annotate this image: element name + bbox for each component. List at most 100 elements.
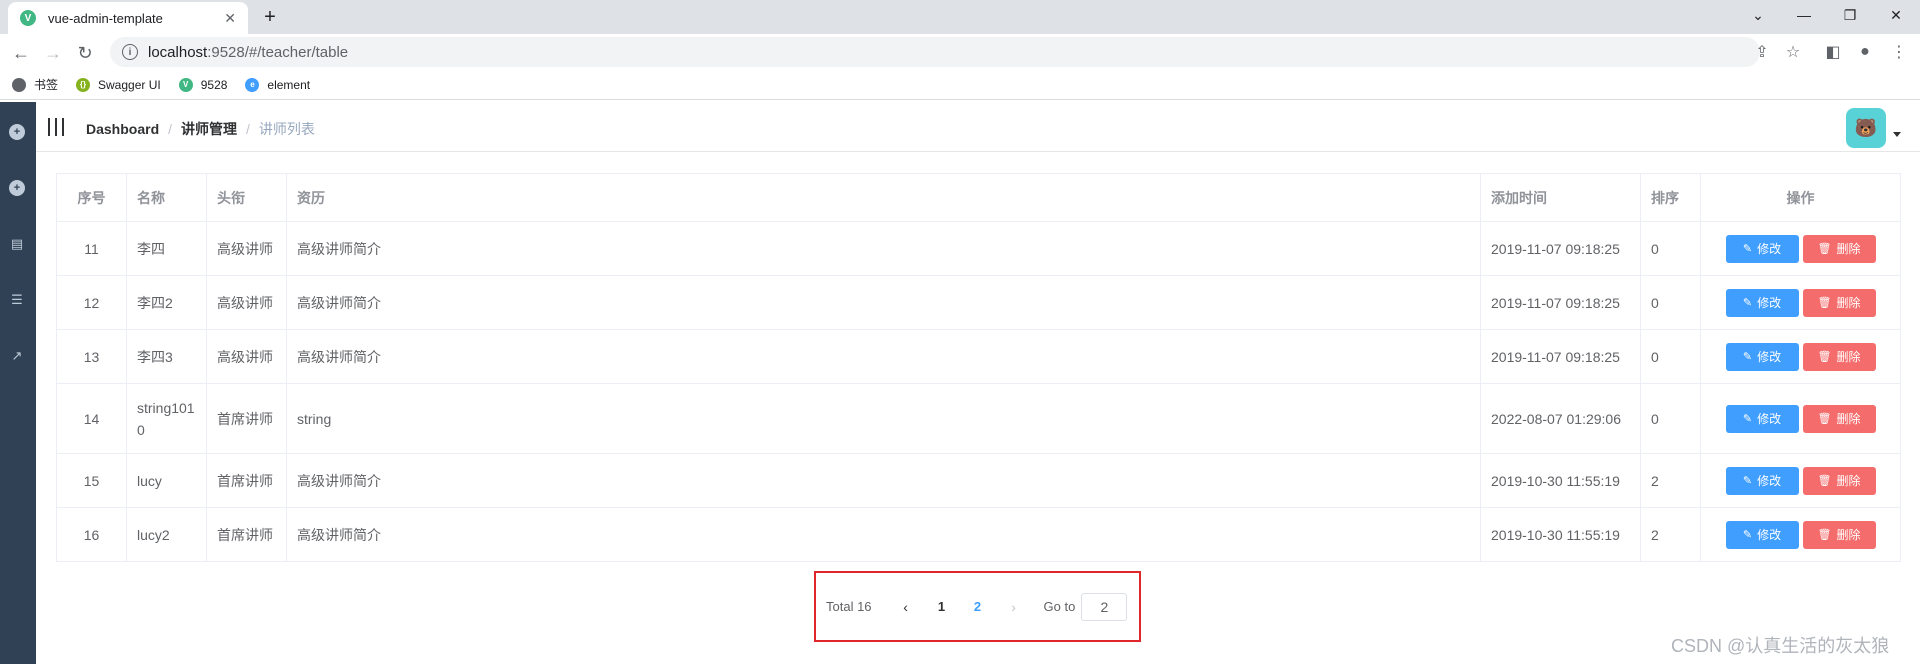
cell-ops: ✎ 修改 🗑 删除	[1700, 275, 1901, 330]
delete-button[interactable]: 🗑 删除	[1802, 234, 1876, 263]
avatar[interactable]: 🐻	[1846, 108, 1886, 148]
caret-down-icon[interactable]	[1893, 132, 1901, 137]
profile-icon[interactable]: ●	[1854, 41, 1876, 63]
address-bar[interactable]: i localhost:9528/#/teacher/table	[110, 37, 1760, 67]
trash-icon: 🗑	[1817, 351, 1832, 363]
cell-ops: ✎ 修改 🗑 删除	[1700, 329, 1901, 384]
bookmark-item-shuqian[interactable]: 书签	[12, 76, 58, 93]
bookmark-item-swagger[interactable]: {} Swagger UI	[76, 77, 161, 92]
edit-icon: ✎	[1742, 475, 1753, 487]
header-index: 序号	[56, 173, 127, 222]
table-row: 11 李四 高级讲师 高级讲师简介 2019-11-07 09:18:25 0 ✎ 修改 🗑 删除	[56, 221, 1901, 276]
prev-page-icon[interactable]: ‹	[888, 599, 924, 615]
site-info-icon[interactable]: i	[122, 44, 138, 60]
delete-button[interactable]: 🗑 删除	[1802, 520, 1876, 549]
page-2[interactable]: 2	[960, 599, 996, 614]
edit-button[interactable]: ✎ 修改	[1725, 466, 1799, 495]
tab-close-icon[interactable]: ✕	[224, 10, 236, 27]
table-header-row: 序号 名称 头衔 资历 添加时间 排序 操作	[56, 173, 1901, 222]
edit-button[interactable]: ✎ 修改	[1725, 234, 1799, 263]
back-icon[interactable]: ←	[8, 40, 34, 66]
table-row: 13 李四3 高级讲师 高级讲师简介 2019-11-07 09:18:25 0 ✎ 修改 🗑 删…	[56, 329, 1901, 384]
edit-button[interactable]: ✎ 修改	[1725, 288, 1799, 317]
delete-label: 删除	[1836, 412, 1861, 426]
browser-tab-bar: V vue-admin-template ✕ + ⌄ — ❐ ✕	[0, 0, 1920, 34]
reload-icon[interactable]: ↻	[72, 40, 98, 66]
cell-name: 李四2	[126, 275, 207, 330]
cell-intro: 高级讲师简介	[286, 329, 1481, 384]
menu-icon[interactable]: ⋮	[1888, 41, 1910, 63]
browser-toolbar: ← → ↻ i localhost:9528/#/teacher/table ⇪…	[0, 34, 1920, 70]
cell-intro: string	[286, 383, 1481, 454]
tab-search-icon[interactable]: ⌄	[1735, 0, 1781, 30]
cell-sort: 2	[1640, 507, 1701, 562]
table-row: 15 lucy 首席讲师 高级讲师简介 2019-10-30 11:55:19 2 ✎ 修改 🗑…	[56, 453, 1901, 508]
cell-name: lucy2	[126, 507, 207, 562]
teacher-icon[interactable]: +	[9, 180, 25, 196]
cell-name: 李四3	[126, 329, 207, 384]
bookmark-item-element[interactable]: e element	[245, 77, 310, 92]
dashboard-icon[interactable]: +	[9, 124, 25, 140]
cell-time: 2019-10-30 11:55:19	[1480, 453, 1641, 508]
edit-icon: ✎	[1742, 529, 1753, 541]
edit-button[interactable]: ✎ 修改	[1725, 404, 1799, 433]
header-sort: 排序	[1640, 173, 1701, 222]
form-icon[interactable]: ▤	[9, 236, 25, 252]
delete-label: 删除	[1836, 350, 1861, 364]
vue-favicon-icon: V	[20, 10, 36, 26]
bookmark-label: 书签	[34, 78, 59, 92]
table-row: 14 string1010 首席讲师 string 2022-08-07 01:29:0…	[56, 383, 1901, 454]
restore-icon[interactable]: ❐	[1827, 0, 1873, 30]
side-panel-icon[interactable]: ◧	[1822, 41, 1844, 63]
list-icon[interactable]: ☰	[9, 292, 25, 308]
cell-ops: ✎ 修改 🗑 删除	[1700, 383, 1901, 454]
cell-index: 13	[56, 329, 127, 384]
cell-title: 高级讲师	[206, 329, 287, 384]
cell-sort: 0	[1640, 383, 1701, 454]
header-intro: 资历	[286, 173, 1481, 222]
delete-button[interactable]: 🗑 删除	[1802, 466, 1876, 495]
pagination: Total 16 ‹ 1 2 › Go to	[814, 571, 1141, 642]
next-page-icon[interactable]: ›	[996, 599, 1032, 615]
goto-input[interactable]	[1081, 592, 1128, 621]
url-path: :9528/#/teacher/table	[207, 43, 349, 61]
delete-button[interactable]: 🗑 删除	[1802, 288, 1876, 317]
edit-button[interactable]: ✎ 修改	[1725, 520, 1799, 549]
cell-title: 高级讲师	[206, 275, 287, 330]
cell-time: 2022-08-07 01:29:06	[1480, 383, 1641, 454]
cell-ops: ✎ 修改 🗑 删除	[1700, 221, 1901, 276]
close-window-icon[interactable]: ✕	[1873, 0, 1919, 30]
delete-label: 删除	[1836, 296, 1861, 310]
bookmark-item-9528[interactable]: V 9528	[178, 77, 227, 92]
url-host: localhost	[148, 43, 208, 61]
page-1[interactable]: 1	[924, 599, 960, 614]
bookmark-label: Swagger UI	[98, 77, 161, 92]
delete-button[interactable]: 🗑 删除	[1802, 342, 1876, 371]
bookmark-star-icon[interactable]: ☆	[1782, 41, 1804, 63]
header-ops: 操作	[1700, 173, 1901, 222]
browser-tab[interactable]: V vue-admin-template ✕	[8, 2, 248, 34]
minimize-icon[interactable]: —	[1781, 0, 1827, 30]
delete-button[interactable]: 🗑 删除	[1802, 404, 1876, 433]
navbar: Dashboard / 讲师管理 / 讲师列表 🐻	[36, 102, 1920, 152]
hamburger-icon[interactable]	[48, 118, 64, 136]
cell-index: 15	[56, 453, 127, 508]
breadcrumb-dashboard[interactable]: Dashboard	[86, 121, 159, 137]
external-link-icon[interactable]: ↗	[9, 348, 25, 364]
cell-sort: 0	[1640, 221, 1701, 276]
cell-sort: 0	[1640, 275, 1701, 330]
watermark: CSDN @认真生活的灰太狼	[1671, 636, 1890, 656]
breadcrumb: Dashboard / 讲师管理 / 讲师列表	[86, 119, 315, 139]
cell-index: 14	[56, 383, 127, 454]
cell-name: string1010	[126, 383, 207, 454]
delete-label: 删除	[1836, 474, 1861, 488]
edit-button[interactable]: ✎ 修改	[1725, 342, 1799, 371]
share-icon[interactable]: ⇪	[1751, 41, 1773, 63]
cell-index: 11	[56, 221, 127, 276]
edit-label: 修改	[1757, 412, 1782, 426]
new-tab-icon[interactable]: +	[258, 5, 282, 29]
forward-icon[interactable]: →	[40, 40, 66, 66]
breadcrumb-separator: /	[246, 121, 250, 137]
trash-icon: 🗑	[1817, 297, 1832, 309]
swagger-icon: {}	[76, 77, 91, 92]
